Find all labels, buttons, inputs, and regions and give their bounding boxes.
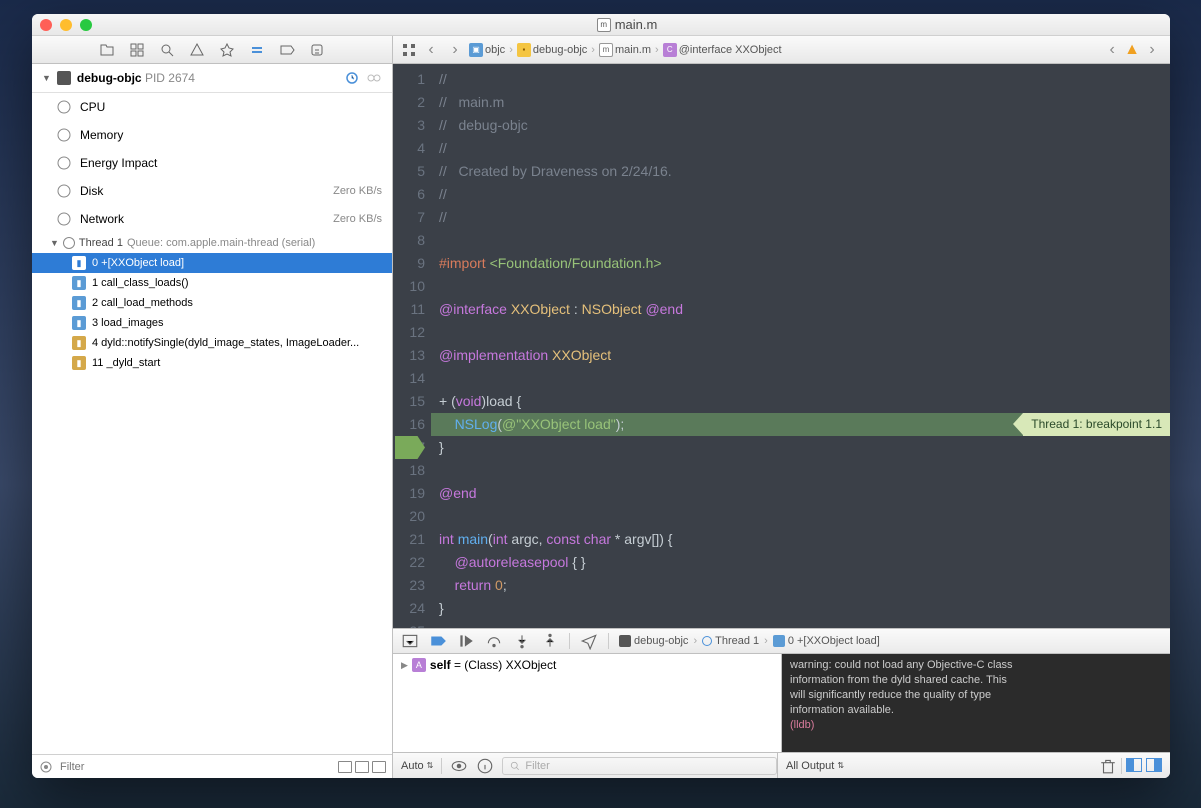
stack-frame[interactable]: ▮1 call_class_loads() — [32, 273, 392, 293]
frame-icon: ▮ — [72, 296, 86, 310]
debug-bar: debug-objc › Thread 1 › 0 +[XXObject loa… — [393, 628, 1170, 654]
xcode-window: m main.m ‹ › ▣objc › ▪debug-objc › mmain… — [32, 14, 1170, 778]
frame-icon: ▮ — [72, 276, 86, 290]
class-icon: C — [663, 43, 677, 57]
navigator-filter-input[interactable] — [60, 761, 332, 773]
footer-toggle-3[interactable] — [372, 761, 386, 773]
gauge-icon — [56, 127, 72, 143]
continue-icon[interactable] — [457, 633, 475, 649]
disclosure-icon: ▼ — [42, 73, 51, 83]
footer-toggle-2[interactable] — [355, 761, 369, 773]
gauge-energy-impact[interactable]: Energy Impact — [32, 149, 392, 177]
thread-icon — [63, 237, 75, 249]
gauge-icon — [56, 155, 72, 171]
toolbar: ‹ › ▣objc › ▪debug-objc › mmain.m › C@in… — [32, 36, 1170, 64]
variables-view[interactable]: ▶ A self = (Class) XXObject — [393, 654, 782, 752]
navigator-debug-icon[interactable] — [249, 42, 265, 58]
frame-icon: ▮ — [72, 316, 86, 330]
filter-scope-icon[interactable] — [38, 759, 54, 775]
window-title: m main.m — [92, 17, 1162, 32]
gauge-network[interactable]: NetworkZero KB/s — [32, 205, 392, 233]
navigator-footer — [32, 754, 392, 778]
location-icon[interactable] — [580, 633, 598, 649]
gauge-cpu[interactable]: CPU — [32, 93, 392, 121]
stack-frame[interactable]: ▮11 _dyld_start — [32, 353, 392, 373]
arg-badge-icon: A — [412, 658, 426, 672]
thread-icon — [702, 636, 712, 646]
minimize-button[interactable] — [60, 19, 72, 31]
navigator-breakpoints-icon[interactable] — [279, 42, 295, 58]
gauge-icon — [56, 211, 72, 227]
disclosure-icon: ▼ — [50, 238, 59, 248]
breakpoints-toggle-icon[interactable] — [429, 633, 447, 649]
vars-filter-input[interactable]: Filter — [502, 757, 777, 775]
step-into-icon[interactable] — [513, 633, 531, 649]
thread-header[interactable]: ▼ Thread 1 Queue: com.apple.main-thread … — [32, 233, 392, 253]
frame-icon: ▮ — [72, 356, 86, 370]
hide-debug-icon[interactable] — [401, 633, 419, 649]
navigator-issues-icon[interactable] — [189, 42, 205, 58]
code-editor[interactable]: 1234567891011121314151617181920212223242… — [393, 64, 1170, 628]
warning-icon[interactable]: ▲ — [1124, 41, 1140, 59]
lldb-prompt: (lldb) — [790, 718, 1162, 733]
console-output-select[interactable]: All Output ⇅ — [786, 760, 844, 772]
debug-breadcrumb[interactable]: debug-objc › Thread 1 › 0 +[XXObject loa… — [619, 635, 880, 647]
target-icon — [619, 635, 631, 647]
show-console-toggle[interactable] — [1146, 758, 1162, 772]
stack-frame[interactable]: ▮0 +[XXObject load] — [32, 253, 392, 273]
footer-toggle-1[interactable] — [338, 761, 352, 773]
navigator-files-icon[interactable] — [99, 42, 115, 58]
view-options-icon[interactable] — [366, 70, 382, 86]
process-header[interactable]: ▼ debug-objc PID 2674 — [32, 64, 392, 93]
gauge-memory[interactable]: Memory — [32, 121, 392, 149]
console-view[interactable]: warning: could not load any Objective-C … — [782, 654, 1170, 752]
stack-frame[interactable]: ▮4 dyld::notifySingle(dyld_image_states,… — [32, 333, 392, 353]
frame-icon: ▮ — [72, 256, 86, 270]
step-out-icon[interactable] — [541, 633, 559, 649]
navigator-symbols-icon[interactable] — [129, 42, 145, 58]
counterpart-back-button[interactable]: ‹ — [1102, 41, 1122, 59]
breakpoint-flag: Thread 1: breakpoint 1.1 — [1023, 413, 1170, 436]
step-over-icon[interactable] — [485, 633, 503, 649]
project-icon: ▣ — [469, 43, 483, 57]
nav-forward-button[interactable]: › — [445, 41, 465, 59]
traffic-lights — [40, 19, 92, 31]
stack-frame[interactable]: ▮2 call_load_methods — [32, 293, 392, 313]
navigator-search-icon[interactable] — [159, 42, 175, 58]
debug-navigator: ▼ debug-objc PID 2674 CPUMemoryEnergy Im… — [32, 64, 393, 778]
nav-back-button[interactable]: ‹ — [421, 41, 441, 59]
file-icon: m — [599, 43, 613, 57]
bottom-bar: Auto ⇅ Filter All Output ⇅ — [393, 752, 1170, 778]
variable-row[interactable]: ▶ A self = (Class) XXObject — [401, 658, 773, 672]
info-icon[interactable] — [476, 758, 494, 774]
show-vars-toggle[interactable] — [1126, 758, 1142, 772]
gauge-disk[interactable]: DiskZero KB/s — [32, 177, 392, 205]
target-icon — [57, 71, 71, 85]
navigator-tests-icon[interactable] — [219, 42, 235, 58]
stack-frame[interactable]: ▮3 load_images — [32, 313, 392, 333]
related-items-icon[interactable] — [401, 42, 417, 58]
quicklook-icon[interactable] — [450, 758, 468, 774]
counterpart-forward-button[interactable]: › — [1142, 41, 1162, 59]
vars-scope-select[interactable]: Auto ⇅ — [401, 760, 433, 772]
folder-icon: ▪ — [517, 43, 531, 57]
navigator-reports-icon[interactable] — [309, 42, 325, 58]
gauge-icon — [56, 183, 72, 199]
clear-console-icon[interactable] — [1099, 758, 1117, 774]
line-gutter: 1234567891011121314151617181920212223242… — [393, 64, 431, 628]
file-icon: m — [597, 18, 611, 32]
close-button[interactable] — [40, 19, 52, 31]
frame-icon: ▮ — [72, 336, 86, 350]
breadcrumb[interactable]: ▣objc › ▪debug-objc › mmain.m › C@interf… — [469, 43, 782, 57]
zoom-button[interactable] — [80, 19, 92, 31]
editor-pane: 1234567891011121314151617181920212223242… — [393, 64, 1170, 778]
gauge-icon — [56, 99, 72, 115]
refresh-icon[interactable] — [344, 70, 360, 86]
frame-icon — [773, 635, 785, 647]
titlebar: m main.m — [32, 14, 1170, 36]
